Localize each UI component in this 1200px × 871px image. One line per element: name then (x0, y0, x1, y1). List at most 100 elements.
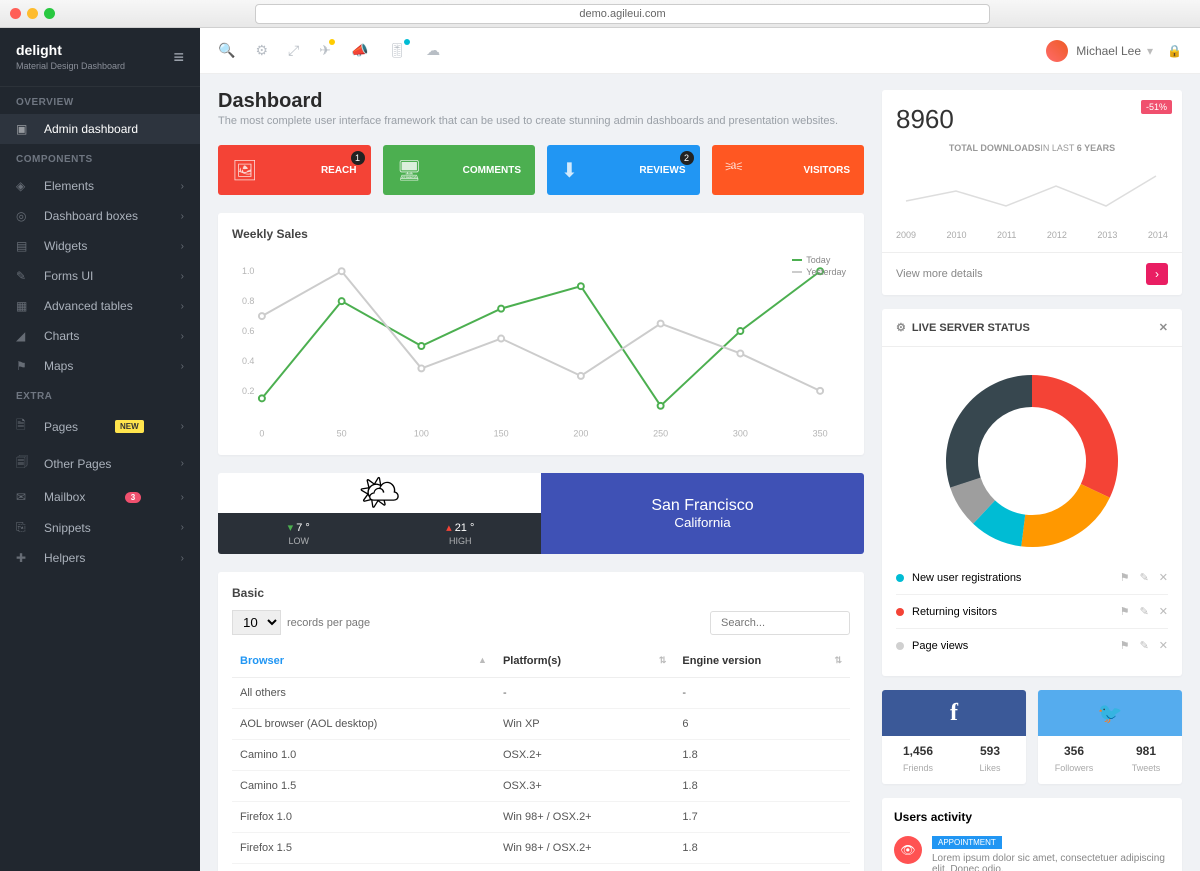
col-platform(s)[interactable]: Platform(s)⇅ (495, 645, 674, 678)
close-icon[interactable]: ✕ (1159, 605, 1168, 618)
table-card: Basic 10 records per page Browser▲Platfo… (218, 572, 864, 871)
table-search-input[interactable] (710, 611, 850, 635)
close-icon[interactable]: ✕ (1159, 639, 1168, 652)
stat-reach[interactable]: 🖼REACH1 (218, 145, 371, 195)
svg-text:1.0: 1.0 (242, 266, 254, 276)
per-page-select[interactable]: 10 (232, 610, 281, 635)
svg-text:50: 50 (337, 429, 347, 439)
stat-comments[interactable]: 🖥COMMENTS (383, 145, 536, 195)
weather-city: San Francisco (651, 497, 753, 515)
table-row[interactable]: Firefox 1.5Win 98+ / OSX.2+1.8 (232, 833, 850, 864)
svg-text:250: 250 (653, 429, 668, 439)
svg-text:0.8: 0.8 (242, 296, 254, 306)
edit-icon[interactable]: ✎ (1140, 605, 1149, 618)
brand: delight Material Design Dashboard ≡ (0, 28, 200, 87)
nav-item-widgets[interactable]: ▤Widgets› (0, 231, 200, 261)
twitter-card[interactable]: 🐦 356Followers 981Tweets (1038, 690, 1182, 784)
nav-item-charts[interactable]: ◢Charts› (0, 321, 200, 351)
status-item: New user registrations⚑✎✕ (896, 561, 1168, 594)
traffic-lights[interactable] (10, 8, 55, 19)
activity-avatar (894, 836, 922, 864)
user-name: Michael Lee (1076, 44, 1141, 58)
close-icon[interactable]: ✕ (1159, 321, 1168, 334)
menu-toggle-icon[interactable]: ≡ (173, 47, 184, 68)
user-menu[interactable]: Michael Lee ▾ 🔒 (1046, 40, 1182, 62)
topbar: 🔍 ⚙ ⤢ ✈ 📣 🎚 ☁ Michael Lee ▾ 🔒 (200, 28, 1200, 74)
table-row[interactable]: Camino 1.5OSX.3+1.8 (232, 771, 850, 802)
svg-text:0: 0 (259, 429, 264, 439)
flag-icon[interactable]: ⚑ (1120, 639, 1130, 652)
nav-item-mailbox[interactable]: ✉Mailbox3› (0, 482, 200, 512)
svg-text:300: 300 (733, 429, 748, 439)
megaphone-icon[interactable]: 📣 (351, 42, 368, 59)
expand-icon[interactable]: ⤢ (288, 42, 299, 59)
nav-item-helpers[interactable]: ✚Helpers› (0, 543, 200, 573)
svg-text:350: 350 (813, 429, 828, 439)
svg-text:100: 100 (414, 429, 429, 439)
gear-icon[interactable]: ⚙ (896, 321, 906, 334)
nav-item-maps[interactable]: ⚑Maps› (0, 351, 200, 381)
weather-icon: 🌤 (218, 473, 541, 513)
data-table: Browser▲Platform(s)⇅Engine version⇅ All … (232, 645, 850, 871)
weather-region: California (674, 515, 730, 530)
cloud-icon[interactable]: ☁ (426, 42, 440, 59)
svg-text:200: 200 (573, 429, 588, 439)
flag-icon[interactable]: ⚑ (1120, 571, 1130, 584)
col-engine version[interactable]: Engine version⇅ (674, 645, 850, 678)
status-item: Returning visitors⚑✎✕ (896, 594, 1168, 628)
nav-item-snippets[interactable]: ⎘Snippets› (0, 512, 200, 543)
page-title: Dashboard (218, 90, 864, 113)
close-icon[interactable]: ✕ (1159, 571, 1168, 584)
brand-tagline: Material Design Dashboard (16, 61, 125, 71)
flag-icon[interactable]: ⚑ (1120, 605, 1130, 618)
avatar (1046, 40, 1068, 62)
edit-icon[interactable]: ✎ (1140, 571, 1149, 584)
nav-item-advanced-tables[interactable]: ▦Advanced tables› (0, 291, 200, 321)
activity-card: Users activity APPOINTMENT Lorem ipsum d… (882, 798, 1182, 871)
weekly-sales-card: Weekly Sales 0.2 0.4 0.6 0.8 1.0 0 50 100 150 200… (218, 213, 864, 455)
brand-name: delight (16, 42, 125, 58)
svg-text:0.2: 0.2 (242, 386, 254, 396)
table-row[interactable]: AOL browser (AOL desktop)Win XP6 (232, 709, 850, 740)
nav-item-forms-ui[interactable]: ✎Forms UI› (0, 261, 200, 291)
downloads-value: 8960 (896, 104, 1168, 135)
downloads-pct: -51% (1141, 100, 1172, 114)
facebook-card[interactable]: f 1,456Friends 593Likes (882, 690, 1026, 784)
table-row[interactable]: Firefox 1.0Win 98+ / OSX.2+1.7 (232, 802, 850, 833)
edit-icon[interactable]: ✎ (1140, 639, 1149, 652)
page-subtitle: The most complete user interface framewo… (218, 115, 864, 127)
sidebar: delight Material Design Dashboard ≡ OVER… (0, 28, 200, 871)
chart-title: Weekly Sales (232, 227, 850, 241)
stat-visitors[interactable]: ⎃VISITORS (712, 145, 865, 195)
weekly-sales-chart: 0.2 0.4 0.6 0.8 1.0 0 50 100 150 200 250 300 350 (232, 251, 850, 441)
url-bar[interactable]: demo.agileui.com (255, 4, 990, 24)
activity-badge: APPOINTMENT (932, 836, 1002, 849)
view-more-button[interactable]: › (1146, 263, 1168, 285)
send-icon[interactable]: ✈ (319, 42, 331, 59)
nav-item-pages[interactable]: 🗎PagesNEW› (0, 408, 200, 445)
view-more-link[interactable]: View more details (896, 268, 983, 280)
table-row[interactable]: All others-- (232, 678, 850, 709)
nav-item-admin-dashboard[interactable]: ▣Admin dashboard (0, 114, 200, 144)
downloads-card: 8960 -51% TOTAL DOWNLOADSIN LAST 6 YEARS… (882, 90, 1182, 295)
downloads-sparkline (896, 161, 1176, 221)
activity-text: Lorem ipsum dolor sic amet, consectetuer… (932, 853, 1170, 871)
svg-text:150: 150 (494, 429, 509, 439)
table-row[interactable]: Firefox 2.0Win 98+ / OSX.2+1.8 (232, 864, 850, 871)
nav-item-elements[interactable]: ◈Elements› (0, 171, 200, 201)
browser-chrome: demo.agileui.com (0, 0, 1200, 28)
col-browser[interactable]: Browser▲ (232, 645, 495, 678)
search-icon[interactable]: 🔍 (218, 42, 235, 59)
status-item: Page views⚑✎✕ (896, 628, 1168, 662)
nav-item-dashboard-boxes[interactable]: ◎Dashboard boxes› (0, 201, 200, 231)
svg-text:0.6: 0.6 (242, 326, 254, 336)
nav-item-other-pages[interactable]: 🗐Other Pages› (0, 445, 200, 482)
stat-reviews[interactable]: ⬇REVIEWS2 (547, 145, 700, 195)
weather-card: 🌤 ▾ 7 °LOW ▴ 21 °HIGH San Francisco Cali… (218, 473, 864, 554)
sliders-icon[interactable]: 🎚 (388, 42, 406, 59)
gear-icon[interactable]: ⚙ (255, 42, 268, 59)
table-row[interactable]: Camino 1.0OSX.2+1.8 (232, 740, 850, 771)
lock-icon[interactable]: 🔒 (1167, 44, 1182, 58)
svg-text:0.4: 0.4 (242, 356, 254, 366)
server-status-card: ⚙ LIVE SERVER STATUS ✕ New user registra… (882, 309, 1182, 676)
